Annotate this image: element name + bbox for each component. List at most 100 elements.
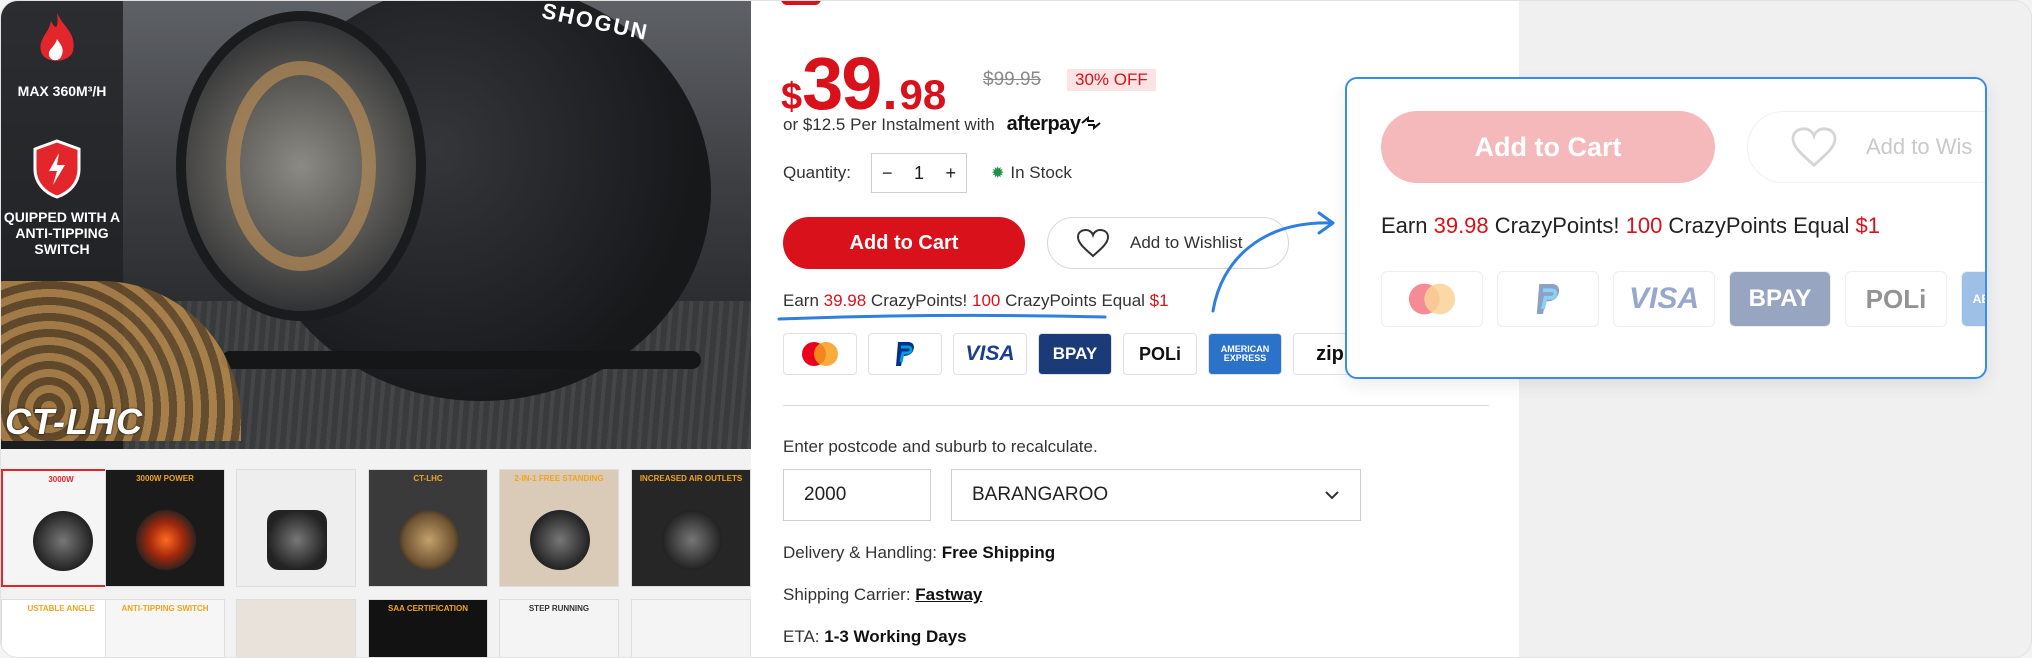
thumbnail-product [662, 510, 722, 570]
zoomed-payment-methods: VISA BPAY POLi AE [1381, 271, 1985, 327]
poli-icon: POLi [1845, 271, 1947, 327]
thumbnail-8[interactable]: ANTI-TIPPING SWITCH [105, 599, 225, 657]
earn-prefix: Earn [783, 291, 824, 310]
suburb-select[interactable]: BARANGAROO [951, 469, 1361, 521]
postcode-input[interactable]: 2000 [783, 469, 931, 521]
thumbnail-product [399, 510, 459, 570]
thumbnail-9[interactable] [236, 599, 356, 657]
thumbnail-caption: CT-LHC [413, 474, 443, 483]
earn-suffix: CrazyPoints Equal [1662, 213, 1856, 238]
instalment-info: or $12.5 Per Instalment with afterpay [783, 113, 1102, 136]
payment-methods: VISA BPAY POLi AMERICAN EXPRESS zip [783, 333, 1367, 375]
thumbnail-caption: 3000W [48, 475, 74, 484]
original-price: $99.95 [983, 69, 1042, 90]
stock-text: In Stock [1010, 163, 1072, 182]
thumbnail-5[interactable]: 2-IN-1 FREE STANDING [499, 469, 619, 587]
postcode-label: Enter postcode and suburb to recalculate… [783, 437, 1098, 456]
mastercard-icon [1381, 271, 1483, 327]
stock-status: ✹ In Stock [991, 163, 1072, 183]
thumbnail-caption: USTABLE ANGLE [27, 604, 95, 613]
thumbnail-caption: SAA CERTIFICATION [388, 604, 468, 613]
afterpay-logo-text: afterpay [1006, 113, 1081, 135]
thumbnail-10[interactable]: SAA CERTIFICATION [368, 599, 488, 657]
earn-suffix: CrazyPoints Equal [1000, 291, 1150, 310]
afterpay-logo[interactable]: afterpay [1007, 113, 1103, 136]
heart-icon [1791, 127, 1837, 168]
thumbnail-caption: ANTI-TIPPING SWITCH [121, 604, 209, 613]
zoomed-add-to-wishlist-button: Add to Wis [1747, 111, 1985, 183]
airflow-badge-text: MAX 360M³/H [17, 83, 107, 99]
callout-arrow-icon [1211, 211, 1335, 313]
heater-stand-image [221, 351, 701, 369]
quantity-stepper: − 1 + [871, 153, 967, 193]
quantity-increase-button[interactable]: + [945, 163, 956, 184]
thumbnail-caption: 3000W POWER [136, 474, 194, 483]
delivery-label: Delivery & Handling: [783, 543, 938, 562]
earn-dollar: $1 [1855, 213, 1880, 238]
eta-info: ETA: 1-3 Working Days [783, 627, 967, 647]
shield-icon [29, 139, 85, 199]
carrier-info: Shipping Carrier: Fastway [783, 585, 982, 605]
heart-icon [1076, 228, 1110, 258]
paypal-icon [868, 333, 942, 375]
bpay-icon: BPAY [1729, 271, 1831, 327]
thumbnail-1[interactable]: 3000W [1, 469, 121, 587]
flame-icon [29, 11, 85, 67]
thumbnail-product [267, 510, 327, 570]
price-cents: 98 [899, 71, 947, 118]
quantity-value[interactable]: 1 [914, 163, 924, 184]
thumbnail-caption: INCREASED AIR OUTLETS [639, 474, 743, 483]
thumbnail-4[interactable]: CT-LHC [368, 469, 488, 587]
add-to-cart-button[interactable]: Add to Cart [783, 217, 1025, 269]
visa-icon: VISA [1613, 271, 1715, 327]
quantity-decrease-button[interactable]: − [882, 163, 893, 184]
amex-icon: AMERICAN EXPRESS [1208, 333, 1282, 375]
bpay-icon: BPAY [1038, 333, 1112, 375]
earn-mid: CrazyPoints! [866, 291, 972, 310]
eta-value: 1-3 Working Days [824, 627, 967, 646]
thumbnail-gallery: 3000W 3000W POWER CT-LHC 2-IN-1 FREE STA… [1, 469, 751, 657]
thumbnail-caption: STEP RUNNING [528, 604, 590, 613]
thumbnail-caption: 2-IN-1 FREE STANDING [514, 474, 604, 483]
suburb-value: BARANGAROO [972, 484, 1109, 505]
section-divider [783, 405, 1489, 406]
earn-points: 39.98 [823, 291, 867, 310]
in-stock-icon: ✹ [991, 165, 1005, 182]
thumbnail-11[interactable]: STEP RUNNING [499, 599, 619, 657]
heater-grill-image [176, 11, 426, 321]
crazypoints-info: Earn 39.98 CrazyPoints! 100 CrazyPoints … [783, 291, 1169, 311]
earn-points: 39.98 [1433, 213, 1489, 238]
thumbnail-3[interactable] [236, 469, 356, 587]
highlight-underline [777, 313, 1107, 321]
earn-mid: CrazyPoints! [1488, 213, 1626, 238]
earn-hundred: 100 [1625, 213, 1663, 238]
product-main-image[interactable]: MAX 360M³/H QUIPPED WITH A ANTI-TIPPING … [1, 1, 751, 449]
discount-badge: 30% OFF [1067, 69, 1156, 91]
anti-tipping-badge-text: QUIPPED WITH A ANTI-TIPPING SWITCH [3, 209, 121, 258]
thumbnail-product [136, 510, 196, 570]
quantity-label: Quantity: [783, 163, 852, 182]
thumbnail-12[interactable] [631, 599, 751, 657]
cropped-heading-fragment [781, 1, 821, 5]
carrier-link[interactable]: Fastway [915, 585, 982, 604]
mastercard-icon [783, 333, 857, 375]
carrier-label: Shipping Carrier: [783, 585, 911, 604]
model-label: CT-LHC [5, 401, 143, 442]
thumbnail-product [530, 510, 590, 570]
zoom-callout: Add to Cart Add to Wis Earn 39.98 CrazyP… [1345, 77, 1987, 379]
zoomed-add-to-cart-button: Add to Cart [1381, 111, 1715, 183]
paypal-icon [1497, 271, 1599, 327]
screenshot-frame: MAX 360M³/H QUIPPED WITH A ANTI-TIPPING … [0, 0, 2032, 658]
delivery-info: Delivery & Handling: Free Shipping [783, 543, 1055, 563]
amex-icon: AE [1961, 271, 1985, 327]
afterpay-arrows-icon [1081, 115, 1102, 131]
earn-hundred: 100 [972, 291, 1001, 310]
chevron-down-icon [1325, 491, 1339, 500]
thumbnail-2[interactable]: 3000W POWER [105, 469, 225, 587]
zoomed-wishlist-label: Add to Wis [1866, 134, 1973, 159]
instalment-text: or $12.5 Per Instalment with [783, 114, 995, 134]
thumbnail-6[interactable]: INCREASED AIR OUTLETS [631, 469, 751, 587]
visa-icon: VISA [953, 333, 1027, 375]
thumbnail-7[interactable]: USTABLE ANGLE [1, 599, 121, 657]
earn-prefix: Earn [1381, 213, 1434, 238]
